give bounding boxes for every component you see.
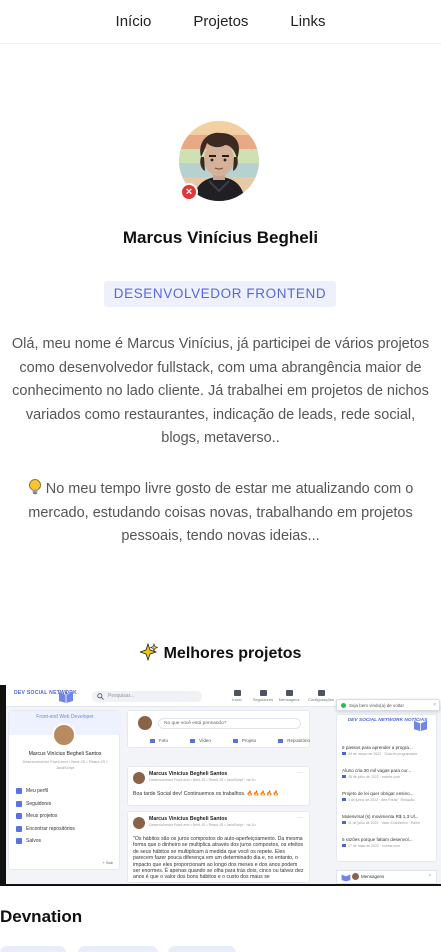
- nav-link-projetos[interactable]: Projetos: [193, 13, 248, 30]
- project-tag: [168, 946, 236, 952]
- project-tag: [78, 946, 158, 952]
- profile-name: Marcus Vinícius Begheli: [122, 228, 319, 247]
- app-profile-card: Front-end Web Developer Marcus Vinícius …: [8, 710, 121, 870]
- profile-card-avatar: [52, 723, 76, 747]
- profile-card-subtitle: Desenvolvedor Front-end • Next.JS • Reac…: [22, 759, 108, 770]
- best-projects-label: Melhores projetos: [163, 645, 302, 662]
- status-close-icon: ×: [180, 183, 198, 201]
- menu-item-followers[interactable]: Seguidores: [16, 798, 116, 811]
- news-item-title: Projeto de lei quer obrigar ensino...: [342, 791, 414, 796]
- gear-icon: [317, 690, 325, 696]
- users-icon: [259, 690, 267, 696]
- post-author[interactable]: Marcus Vinícius Begheli Santos: [149, 771, 227, 777]
- post-author[interactable]: Marcus Vinícius Begheli Santos: [149, 816, 227, 822]
- post-avatar: [133, 772, 145, 784]
- messages-avatar: [352, 873, 359, 880]
- home-icon: [233, 690, 241, 696]
- composer-input[interactable]: No que você está pensando?: [158, 718, 301, 729]
- news-item[interactable]: Projeto de lei quer obrigar ensino... 1 d…: [342, 791, 434, 802]
- feed-post: Marcus Vinícius Begheli Santos Desenvolv…: [127, 766, 310, 806]
- menu-item-my-profile[interactable]: Meu perfil: [16, 785, 116, 798]
- close-icon[interactable]: ×: [433, 700, 436, 711]
- menu-item-saved[interactable]: Salvos: [16, 835, 116, 848]
- app-nav-settings-label: Configurações: [308, 697, 334, 702]
- project-tag: [0, 946, 66, 952]
- news-panel: DEV SOCIAL NETWORK NOTÍCIAS 5 passos par…: [336, 714, 437, 862]
- app-nav-messages-label: Mensagens: [278, 697, 300, 702]
- app-search-input[interactable]: Pesquisar...: [92, 691, 202, 702]
- nav-link-inicio[interactable]: Início: [116, 13, 152, 30]
- bio-free-time: No meu tempo livre gosto de estar me atu…: [0, 478, 441, 549]
- composer-avatar: [138, 716, 152, 730]
- search-icon: [97, 693, 104, 700]
- best-projects-title: Melhores projetos: [0, 643, 441, 663]
- book-logo-icon: [59, 689, 73, 703]
- feed-post: Marcus Vinícius Begheli Santos Desenvolv…: [127, 811, 310, 883]
- lightbulb-icon: [28, 479, 41, 495]
- chevron-up-icon[interactable]: ⌃: [428, 871, 432, 883]
- messages-label: Mensagens: [361, 874, 385, 879]
- bio-free-time-text: No meu tempo livre gosto de estar me atu…: [28, 481, 414, 544]
- composer-repo-button[interactable]: Repositório: [278, 738, 310, 743]
- project-screenshot[interactable]: DEV SOCIAL NETWORK Pesquisar... Início S…: [0, 685, 441, 886]
- top-navigation: Início Projetos Links: [0, 0, 441, 44]
- bio-paragraph: Olá, meu nome é Marcus Vinícius, já part…: [11, 336, 430, 446]
- composer-actions: Foto Vídeo Projeto Repositório: [150, 738, 310, 743]
- welcome-toast: Seja bem vindo(a) de volta! ×: [336, 699, 440, 711]
- news-item[interactable]: Mulesvrsal (s) movimenta R$ 1,3 Ul... 11 …: [342, 814, 434, 825]
- app-nav-followers[interactable]: Seguidores: [250, 690, 276, 702]
- messages-bar[interactable]: Mensagens ⌃: [336, 870, 437, 884]
- menu-item-my-projects[interactable]: Meus projetos: [16, 810, 116, 823]
- logout-button[interactable]: + Sair: [102, 860, 113, 865]
- app-nav-home[interactable]: Início: [224, 690, 250, 702]
- post-text: Boa tarde Social dev! Continuemos os tra…: [133, 791, 280, 797]
- screenshot-app: DEV SOCIAL NETWORK Pesquisar... Início S…: [6, 685, 441, 884]
- news-item[interactable]: Aluno cria 30 mil vagas para cur... 28 de…: [342, 768, 434, 779]
- news-item-title: 5 razões porque faltam desenvol...: [342, 837, 413, 842]
- news-item-meta: 11 de julho de 2022 · Valor Econômico · …: [342, 821, 434, 825]
- book-logo-icon: [413, 720, 428, 732]
- post-composer: No que você está pensando? Foto Vídeo Pr…: [127, 710, 310, 748]
- composer-project-button[interactable]: Projeto: [233, 738, 256, 743]
- news-item-meta: 1 de junho de 2022 · Arte Portal · Redaç…: [342, 798, 434, 802]
- news-item-title: Mulesvrsal (s) movimenta R$ 1,3 Ul...: [342, 814, 419, 819]
- post-options-icon[interactable]: ···: [297, 815, 303, 821]
- news-item-title: 5 passos para aprender a progra...: [342, 745, 413, 750]
- app-nav-settings[interactable]: Configurações: [308, 690, 334, 702]
- composer-photo-button[interactable]: Foto: [150, 738, 168, 743]
- app-nav-messages[interactable]: Mensagens: [276, 690, 302, 702]
- app-nav-home-label: Início: [232, 697, 242, 702]
- sparkles-icon: [139, 643, 158, 661]
- news-item-meta: 28 de julho de 2022 · exame.com: [342, 775, 434, 779]
- profile-avatar: ×: [179, 121, 259, 201]
- post-meta: Desenvolvedor Front-end • Next.JS • Reac…: [149, 823, 256, 827]
- menu-item-find-repos[interactable]: Encontrar repositórios: [16, 823, 116, 836]
- news-item[interactable]: 5 passos para aprender a progra... 24 de …: [342, 745, 434, 756]
- composer-video-button[interactable]: Vídeo: [190, 738, 211, 743]
- news-item-meta: 17 de maio de 2022 · exame.com: [342, 844, 434, 848]
- role-badge: DESENVOLVEDOR FRONTEND: [104, 281, 336, 307]
- toast-text: Seja bem vindo(a) de volta!: [349, 703, 404, 708]
- news-item[interactable]: 5 razões porque faltam desenvol... 17 de …: [342, 837, 434, 848]
- app-search-placeholder: Pesquisar...: [108, 693, 135, 699]
- post-options-icon[interactable]: ···: [297, 770, 303, 776]
- post-text: "Os hábitos são os juros compostos do au…: [133, 836, 304, 881]
- news-item-meta: 24 de março de 2022 · Guia do programado…: [342, 752, 434, 756]
- post-avatar: [133, 817, 145, 829]
- nav-link-links[interactable]: Links: [290, 13, 325, 30]
- chat-icon: [285, 690, 293, 696]
- project-name: Devnation: [0, 907, 83, 926]
- app-nav-followers-label: Seguidores: [252, 697, 274, 702]
- project-tags: [0, 946, 441, 952]
- book-logo-icon: [341, 874, 351, 882]
- post-meta: Desenvolvedor Front-end • Next.JS • Reac…: [149, 778, 256, 782]
- news-item-title: Aluno cria 30 mil vagas para cur...: [342, 768, 412, 773]
- profile-card-menu: Meu perfil Seguidores Meus projetos Enco…: [16, 785, 116, 848]
- profile-card-name: Marcus Vinícius Begheli Santos: [28, 751, 102, 757]
